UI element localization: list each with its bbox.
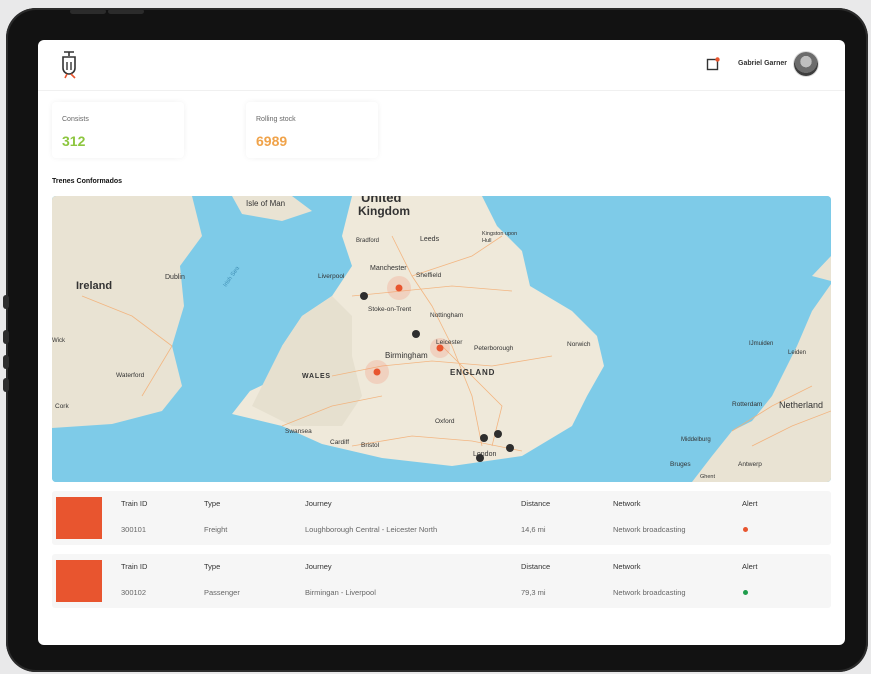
stat-card-consists: Consists 312 <box>52 102 184 158</box>
map-label: Oxford <box>435 418 455 425</box>
map-label: Leicester <box>436 339 463 346</box>
stat-label: Rolling stock <box>256 116 296 123</box>
device-button <box>3 330 9 344</box>
map-label: Nottingham <box>430 312 464 319</box>
map-train-pin[interactable] <box>480 434 488 442</box>
map-label: Dublin <box>165 274 185 281</box>
map-label: Manchester <box>370 265 407 272</box>
map-label: Middelburg <box>681 437 711 443</box>
column-header: Train ID <box>121 562 148 571</box>
map-label: IJmuiden <box>749 341 774 347</box>
map-label: Norwich <box>567 341 591 348</box>
column-header: Distance <box>521 562 551 571</box>
map-view[interactable]: United Kingdom Isle of Man Ireland Dubli… <box>52 196 831 482</box>
map-label: Isle of Man <box>246 199 286 208</box>
app-header: Gabriel Garner <box>38 40 845 91</box>
map-label: WALES <box>302 373 331 380</box>
train-thumbnail <box>56 497 102 539</box>
alert-indicator <box>743 590 748 595</box>
device-button <box>3 295 9 309</box>
device-button <box>70 9 106 14</box>
table-row[interactable]: Train ID Type Journey Distance Network A… <box>52 491 831 545</box>
journey-cell: Loughborough Central - Leicester North <box>305 525 438 534</box>
map-label: Rotterdam <box>732 401 763 408</box>
map-label: Cardiff <box>330 439 350 446</box>
stat-card-rolling-stock: Rolling stock 6989 <box>246 102 378 158</box>
map-label: Waterford <box>116 372 145 379</box>
network-cell: Network broadcasting <box>613 525 686 534</box>
network-cell: Network broadcasting <box>613 588 686 597</box>
column-header: Journey <box>305 562 332 571</box>
column-header: Train ID <box>121 499 148 508</box>
user-avatar[interactable] <box>794 52 818 76</box>
distance-cell: 14,6 mi <box>521 525 546 534</box>
map-label: Ireland <box>76 280 113 292</box>
column-header: Network <box>613 499 641 508</box>
map-train-pin[interactable] <box>412 330 420 338</box>
map-label: Cork <box>55 403 69 410</box>
column-header: Type <box>204 562 221 571</box>
map-label: Kingston upon Hull <box>482 231 518 244</box>
map-label: Sheffield <box>416 272 442 279</box>
notification-icon[interactable] <box>706 57 720 71</box>
stat-value: 6989 <box>256 133 288 149</box>
map-label: Ghent <box>700 474 715 480</box>
device-button <box>3 355 9 369</box>
map-label: Leiden <box>788 350 807 356</box>
stat-value: 312 <box>62 133 86 149</box>
map-label: Liverpool <box>318 273 345 280</box>
train-id-cell: 300101 <box>121 525 147 534</box>
journey-cell: Birmingan - Liverpool <box>305 588 376 597</box>
map-label: Birmingham <box>385 351 428 360</box>
section-title: Trenes Conformados <box>52 178 123 185</box>
type-cell: Passenger <box>204 588 240 597</box>
map-label: ENGLAND <box>450 368 496 377</box>
column-header: Journey <box>305 499 332 508</box>
device-button <box>108 9 144 14</box>
map-train-pin[interactable] <box>506 444 514 452</box>
map-label: Bradford <box>356 238 380 244</box>
map-label: Kingdom <box>358 204 410 218</box>
train-thumbnail <box>56 560 102 602</box>
stat-label: Consists <box>62 116 89 123</box>
distance-cell: 79,3 mi <box>521 588 546 597</box>
column-header: Distance <box>521 499 551 508</box>
column-header: Network <box>613 562 641 571</box>
map-train-pin[interactable] <box>494 430 502 438</box>
column-header: Type <box>204 499 221 508</box>
device-button <box>3 378 9 392</box>
app-screen: Gabriel Garner Consists 312 Rolling stoc… <box>38 40 845 645</box>
map-label: Bristol <box>361 442 380 449</box>
train-id-cell: 300102 <box>121 588 147 597</box>
type-cell: Freight <box>204 525 228 534</box>
table-row[interactable]: Train ID Type Journey Distance Network A… <box>52 554 831 608</box>
alert-indicator <box>743 527 748 532</box>
map-train-pin[interactable] <box>360 292 368 300</box>
map-label: Leeds <box>420 236 440 243</box>
map-label: Stoke-on-Trent <box>368 306 412 313</box>
map-label: Antwerp <box>738 461 762 468</box>
map-label: Wick <box>52 338 65 344</box>
map-label: Netherland <box>779 400 824 410</box>
map-alert-pin[interactable] <box>373 368 381 376</box>
column-header: Alert <box>742 499 758 508</box>
map-label: Swansea <box>285 428 312 435</box>
user-name[interactable]: Gabriel Garner <box>738 60 787 67</box>
map-label: Peterborough <box>474 345 514 352</box>
train-logo-icon[interactable] <box>56 50 84 80</box>
map-alert-pin[interactable] <box>395 284 403 292</box>
column-header: Alert <box>742 562 758 571</box>
map-label: London <box>473 451 497 458</box>
map-label: Bruges <box>670 461 691 468</box>
